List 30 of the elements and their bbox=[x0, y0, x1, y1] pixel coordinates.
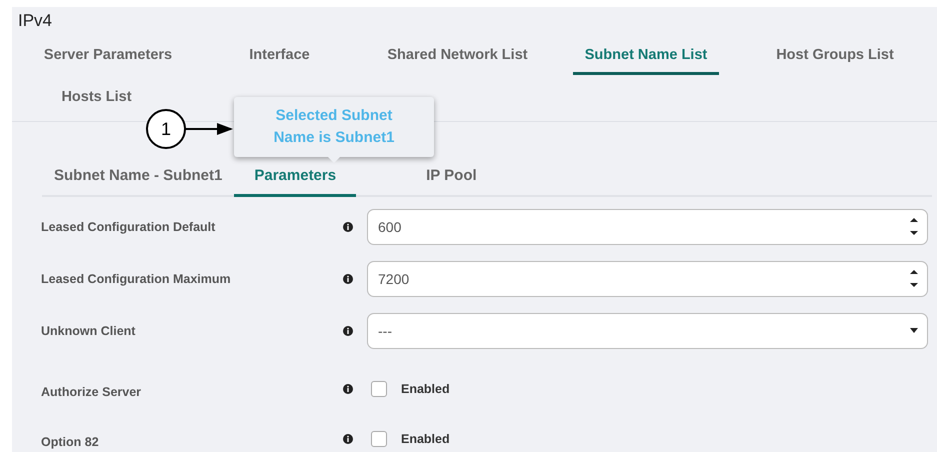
caret-icon bbox=[909, 328, 919, 334]
dropdown[interactable]: --- bbox=[367, 313, 928, 349]
number-field[interactable]: 600 bbox=[367, 209, 928, 245]
field-label: Leased Configuration Maximum bbox=[41, 272, 232, 286]
checkbox-label: Enabled bbox=[401, 432, 450, 446]
field-label: Leased Configuration Default bbox=[41, 220, 216, 234]
tab[interactable]: Server Parameters bbox=[32, 37, 184, 75]
info-icon bbox=[343, 274, 353, 284]
number-field[interactable]: 7200 bbox=[367, 261, 928, 297]
field-label: Unknown Client bbox=[41, 324, 136, 338]
info-icon bbox=[343, 384, 353, 394]
tab[interactable]: Interface bbox=[237, 37, 322, 75]
info-icon bbox=[343, 434, 353, 444]
checkbox-label: Enabled bbox=[401, 382, 450, 396]
tab[interactable]: Subnet Name List bbox=[572, 37, 720, 75]
info-icon bbox=[343, 222, 353, 232]
tab[interactable]: Hosts List bbox=[49, 79, 144, 117]
checkbox[interactable] bbox=[371, 431, 387, 447]
section-title: IPv4 bbox=[17, 10, 54, 32]
info-icon bbox=[343, 326, 353, 336]
spinner-icon bbox=[909, 268, 919, 290]
tab[interactable]: Host Groups List bbox=[764, 37, 906, 75]
tooltip: Selected Subnet Name is Subnet1 bbox=[234, 97, 434, 157]
field-label: Authorize Server bbox=[41, 384, 142, 398]
sub-tab[interactable]: IP Pool bbox=[356, 159, 547, 197]
sub-tab[interactable]: Subnet Name - Subnet1 bbox=[42, 159, 234, 197]
checkbox[interactable] bbox=[371, 381, 387, 397]
field-label: Option 82 bbox=[41, 434, 100, 448]
spinner-icon bbox=[909, 216, 919, 238]
tab[interactable]: Shared Network List bbox=[375, 37, 540, 75]
